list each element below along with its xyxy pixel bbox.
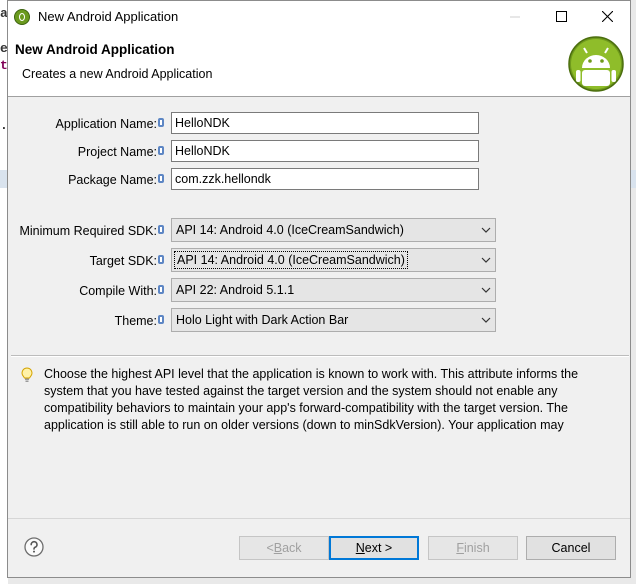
target-sdk-select[interactable]: API 14: Android 4.0 (IceCreamSandwich) xyxy=(171,248,496,272)
minimize-icon xyxy=(509,16,520,18)
minimize-button[interactable] xyxy=(492,1,538,32)
window-title: New Android Application xyxy=(38,9,179,24)
theme-select[interactable]: Holo Light with Dark Action Bar xyxy=(171,308,496,332)
android-app-icon xyxy=(14,9,30,25)
cancel-button[interactable]: Cancel xyxy=(526,536,616,560)
title-bar: New Android Application xyxy=(8,1,630,32)
new-android-application-dialog: New Android Application New Android Appl… xyxy=(7,0,631,578)
field-description: Choose the highest API level that the ap… xyxy=(44,367,579,432)
compile-with-value: API 22: Android 5.1.1 xyxy=(176,283,295,297)
package-name-label: Package Name: xyxy=(68,173,164,187)
android-logo xyxy=(568,36,624,92)
info-icon xyxy=(158,285,164,294)
wizard-header: New Android Application Creates a new An… xyxy=(8,32,630,96)
theme-value: Holo Light with Dark Action Bar xyxy=(176,313,349,327)
theme-label: Theme: xyxy=(115,314,164,328)
page-subtitle: Creates a new Android Application xyxy=(22,67,213,81)
min-sdk-value: API 14: Android 4.0 (IceCreamSandwich) xyxy=(176,223,404,237)
chevron-down-icon xyxy=(481,257,491,263)
info-icon xyxy=(158,225,164,234)
header-separator xyxy=(8,96,630,97)
maximize-button[interactable] xyxy=(538,1,584,32)
target-sdk-value: API 14: Android 4.0 (IceCreamSandwich) xyxy=(174,251,408,269)
info-icon xyxy=(158,146,164,155)
application-name-label: Application Name: xyxy=(56,117,164,131)
separator-highlight xyxy=(11,356,629,357)
min-sdk-select[interactable]: API 14: Android 4.0 (IceCreamSandwich) xyxy=(171,218,496,242)
close-button[interactable] xyxy=(584,1,630,32)
project-name-field[interactable]: HelloNDK xyxy=(171,140,479,162)
footer-separator xyxy=(8,518,630,519)
next-button[interactable]: Next > xyxy=(329,536,419,560)
back-button[interactable]: < Back xyxy=(239,536,329,560)
info-icon xyxy=(158,118,164,127)
compile-with-label: Compile With: xyxy=(79,284,164,298)
close-icon xyxy=(601,11,613,22)
package-name-field[interactable]: com.zzk.hellondk xyxy=(171,168,479,190)
chevron-down-icon xyxy=(481,227,491,233)
help-icon[interactable] xyxy=(24,537,44,557)
application-name-field[interactable]: HelloNDK xyxy=(171,112,479,134)
maximize-icon xyxy=(555,11,567,22)
target-sdk-label: Target SDK: xyxy=(90,254,164,268)
min-sdk-label: Minimum Required SDK: xyxy=(19,224,164,238)
info-icon xyxy=(158,255,164,264)
lightbulb-icon xyxy=(21,367,33,382)
finish-button[interactable]: Finish xyxy=(428,536,518,560)
project-name-label: Project Name: xyxy=(78,145,164,159)
chevron-down-icon xyxy=(481,287,491,293)
compile-with-select[interactable]: API 22: Android 5.1.1 xyxy=(171,278,496,302)
info-icon xyxy=(158,315,164,324)
page-title: New Android Application xyxy=(15,42,175,57)
chevron-down-icon xyxy=(481,317,491,323)
info-icon xyxy=(158,174,164,183)
